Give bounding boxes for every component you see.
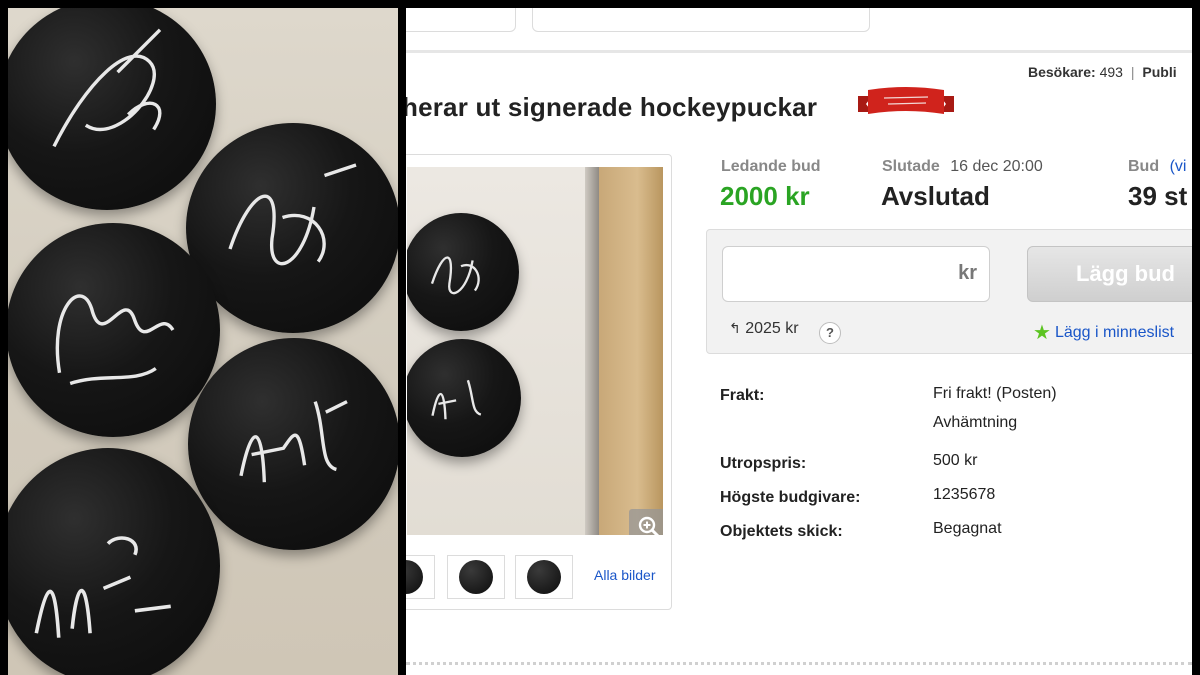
ended-date: 16 dec 20:00 [950,158,1043,175]
wooden-surface [599,167,663,535]
puck-photo [8,8,398,675]
starting-price-value: 500 kr [933,452,978,469]
image-gallery: Alla bilder [406,154,672,610]
item-condition-value: Begagnat [933,520,1002,537]
signed-puck [407,339,521,457]
star-icon: ★ [1033,322,1051,344]
visitor-counter: Besökare: 493 | Publi [1028,64,1177,80]
bid-count: 39 st [1128,181,1188,211]
zoom-icon [638,516,660,535]
bid-amount-input[interactable] [723,247,943,301]
pickup-value: Avhämtning [933,414,1018,431]
dotted-divider [406,662,1192,665]
top-bar [406,8,1192,52]
visitors-label: Besökare: [1028,64,1096,80]
item-condition-label: Objektets skick: [720,523,843,540]
leading-bid-value: 2000 kr [720,181,810,211]
shipping-label: Frakt: [720,387,765,404]
visitors-count: 493 [1099,64,1123,80]
signed-puck [8,448,220,675]
help-icon[interactable]: ? [819,322,841,344]
auction-status: Avslutad [881,181,990,211]
thumbnail[interactable] [515,555,573,599]
add-to-watchlist-link[interactable]: ★ Lägg i minneslist [1033,320,1174,345]
signed-puck [407,213,519,331]
top-nav-box[interactable] [406,8,516,32]
top-nav-box[interactable] [532,8,870,32]
award-ribbon-icon [858,87,954,114]
minimum-bid-value: 2025 kr [745,320,799,337]
signed-puck [8,8,216,210]
starting-price-label: Utropspris: [720,455,807,472]
minimum-bid: ↰ 2025 kr [729,320,799,338]
separator: | [1130,64,1135,80]
page-title: herar ut signerade hockeypuckar [406,92,818,122]
all-images-link[interactable]: Alla bilder [594,567,655,583]
highest-bidder-value: 1235678 [933,486,996,503]
ended-label: Slutade 16 dec 20:00 [882,158,1043,175]
published-label: Publi [1142,64,1177,80]
place-bid-button[interactable]: Lägg bud [1027,246,1192,302]
currency-label: kr [958,262,977,284]
view-bids-link[interactable]: (vi [1170,158,1187,175]
leading-bid-label: Ledande bud [721,158,821,175]
bid-panel: kr Lägg bud ↰ 2025 kr ? ★ Lägg i minnesli… [706,229,1192,354]
bid-amount-field[interactable]: kr [722,246,990,302]
zoom-button[interactable] [629,509,663,535]
shipping-value: Fri frakt! (Posten) [933,385,1057,402]
highest-bidder-label: Högste budgivare: [720,489,861,506]
thumbnail[interactable] [447,555,505,599]
divider [406,50,1192,53]
arrow-up-icon: ↰ [729,320,741,336]
bids-label: Bud (vi [1128,158,1187,175]
main-product-image[interactable] [407,167,663,535]
table-edge [585,167,599,535]
auction-page: Besökare: 493 | Publi herar ut signerade… [406,8,1192,675]
thumbnail[interactable] [406,555,435,599]
